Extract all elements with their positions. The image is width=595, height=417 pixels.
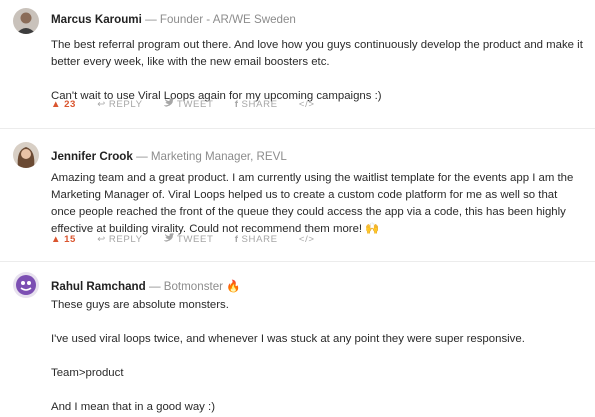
embed-button[interactable]: </> <box>299 234 315 245</box>
comment-body: Amazing team and a great product. I am c… <box>51 170 583 238</box>
commenter-role: — Founder - AR/WE Sweden <box>145 13 296 26</box>
avatar[interactable] <box>13 142 39 168</box>
reply-arrow-icon: ↩ <box>97 99 106 110</box>
twitter-bird-icon <box>163 98 174 110</box>
triangle-up-icon: ▲ <box>51 234 62 245</box>
tweet-label: TWEET <box>176 233 214 245</box>
twitter-bird-icon <box>163 233 174 245</box>
comment-paragraph: And I mean that in a good way :) <box>51 401 215 413</box>
tweet-label: TWEET <box>176 98 214 110</box>
upvote-count: 15 <box>64 234 76 245</box>
commenter-name[interactable]: Rahul Ramchand <box>51 280 146 293</box>
code-brackets-icon: </> <box>298 234 315 245</box>
reply-button[interactable]: ↩ REPLY <box>97 99 142 110</box>
reply-button[interactable]: ↩ REPLY <box>97 234 142 245</box>
avatar[interactable] <box>13 272 39 298</box>
embed-button[interactable]: </> <box>299 99 315 110</box>
share-button[interactable]: f SHARE <box>235 234 278 245</box>
upvote-button[interactable]: ▲ 15 <box>51 234 76 245</box>
facebook-f-icon: f <box>234 234 239 245</box>
share-label: SHARE <box>241 234 278 245</box>
comment-body: The best referral program out there. And… <box>51 37 583 105</box>
comment-paragraph: These guys are absolute monsters. <box>51 299 229 311</box>
upvote-count: 23 <box>64 99 76 110</box>
tweet-button[interactable]: TWEET <box>163 98 214 110</box>
comment-actions: ▲ 23 ↩ REPLY TWEET f SHARE </> <box>51 98 333 110</box>
tweet-button[interactable]: TWEET <box>163 233 214 245</box>
comment-actions: ▲ 15 ↩ REPLY TWEET f SHARE </> <box>51 233 333 245</box>
commenter-name[interactable]: Jennifer Crook <box>51 150 133 163</box>
reply-label: REPLY <box>108 99 143 110</box>
commenter-role: — Botmonster 🔥 <box>148 280 241 293</box>
comment-paragraph: Team>product <box>51 367 124 379</box>
comment-paragraph: Amazing team and a great product. I am c… <box>51 172 574 235</box>
triangle-up-icon: ▲ <box>51 99 62 110</box>
facebook-f-icon: f <box>234 99 239 110</box>
code-brackets-icon: </> <box>298 99 315 110</box>
share-label: SHARE <box>241 99 278 110</box>
reply-arrow-icon: ↩ <box>97 234 106 245</box>
comment-paragraph: The best referral program out there. And… <box>51 39 583 68</box>
divider <box>0 128 595 129</box>
reply-label: REPLY <box>108 234 143 245</box>
share-button[interactable]: f SHARE <box>235 99 278 110</box>
commenter-role: — Marketing Manager, REVL <box>136 150 287 163</box>
avatar[interactable] <box>13 8 39 34</box>
divider <box>0 261 595 262</box>
comment-paragraph: I've used viral loops twice, and wheneve… <box>51 333 525 345</box>
comment-body: These guys are absolute monsters. I've u… <box>51 297 583 416</box>
upvote-button[interactable]: ▲ 23 <box>51 99 76 110</box>
commenter-name[interactable]: Marcus Karoumi <box>51 13 142 26</box>
